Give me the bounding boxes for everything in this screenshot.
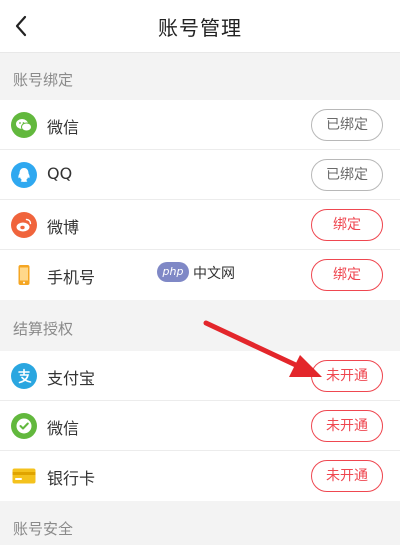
list-item-label: 银行卡 <box>47 469 96 488</box>
list-item-bank-card: 银行卡 未开通 <box>0 451 400 501</box>
qq-icon <box>11 162 37 188</box>
bound-button-wechat[interactable]: 已绑定 <box>311 109 383 141</box>
watermark-logo: php <box>157 262 189 282</box>
list-item-label: 微博 <box>47 218 80 237</box>
list-item-wechat: 微信 已绑定 <box>0 100 400 150</box>
weibo-icon <box>11 212 37 238</box>
activate-button-bank-card[interactable]: 未开通 <box>311 460 383 492</box>
page-title: 账号管理 <box>158 16 242 40</box>
list-item-label: 手机号 <box>47 268 96 287</box>
wechat-pay-icon <box>11 413 37 439</box>
wechat-icon <box>11 112 37 138</box>
bind-button-phone[interactable]: 绑定 <box>311 259 383 291</box>
phone-icon <box>18 265 30 285</box>
list-item-label: 微信 <box>47 419 80 438</box>
alipay-icon <box>11 363 37 389</box>
list-item-label: 微信 <box>47 118 80 137</box>
list-item-qq: QQ 已绑定 <box>0 150 400 200</box>
section-title-binding: 账号绑定 <box>13 71 74 89</box>
activate-button-wechat-pay[interactable]: 未开通 <box>311 410 383 442</box>
list-item-weibo: 微博 绑定 <box>0 200 400 250</box>
bank-card-icon <box>12 468 36 484</box>
bound-button-qq[interactable]: 已绑定 <box>311 159 383 191</box>
watermark-text: 中文网 <box>193 266 235 282</box>
annotation-arrow-icon <box>203 320 322 377</box>
section-title-settlement: 结算授权 <box>13 320 74 338</box>
list-item-label: 支付宝 <box>47 369 96 388</box>
section-title-security: 账号安全 <box>13 520 74 538</box>
list-item-label: QQ <box>47 164 73 183</box>
bind-button-weibo[interactable]: 绑定 <box>311 209 383 241</box>
header-bar: 账号管理 <box>0 0 400 53</box>
list-item-wechat-pay: 微信 未开通 <box>0 401 400 451</box>
